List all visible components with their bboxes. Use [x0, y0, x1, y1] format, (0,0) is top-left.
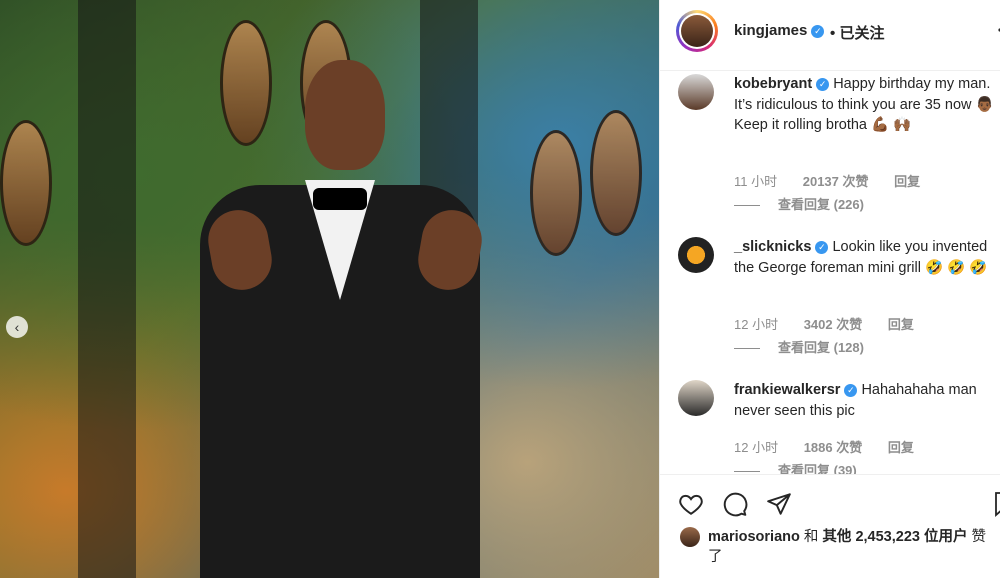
- bow-tie: [313, 188, 367, 210]
- art-mask: [590, 110, 642, 236]
- likes-connector: 和: [803, 529, 819, 545]
- liker-username[interactable]: mariosoriano: [708, 529, 800, 545]
- post-panel: kingjames ✓ • 已关注 kobebryant ✓ Happy birth…: [659, 0, 1000, 578]
- action-bar: mariosoriano 和 其他 2,453,223 位用户 赞了: [660, 474, 1000, 579]
- reply-button[interactable]: 回复: [888, 440, 914, 455]
- comment-icon[interactable]: [722, 491, 748, 517]
- more-icon[interactable]: [996, 20, 1000, 45]
- post-photo[interactable]: ‹: [0, 0, 659, 578]
- verified-icon: ✓: [815, 240, 829, 254]
- commenter-username[interactable]: kobebryant: [734, 76, 812, 92]
- bookmark-icon[interactable]: [993, 491, 1000, 517]
- verified-icon: ✓: [811, 24, 825, 38]
- reply-button[interactable]: 回复: [894, 174, 920, 189]
- person-figure: [180, 60, 500, 578]
- comment-likes[interactable]: 20137 次赞: [803, 174, 869, 189]
- reply-button[interactable]: 回复: [888, 317, 914, 332]
- art-mask: [0, 120, 52, 246]
- commenter-avatar[interactable]: [678, 237, 714, 273]
- verified-icon: ✓: [816, 77, 830, 91]
- view-replies-button[interactable]: 查看回复 (226): [778, 197, 864, 212]
- comment-time: 12 小时: [734, 317, 779, 332]
- follow-status-button[interactable]: 已关注: [839, 25, 884, 42]
- comments-list: kobebryant ✓ Happy birthday my man. It’s …: [660, 70, 1000, 474]
- share-icon[interactable]: [766, 491, 792, 517]
- art-mask: [530, 130, 582, 256]
- post-header: kingjames ✓ • 已关注: [660, 0, 1000, 71]
- comment-time: 12 小时: [734, 440, 779, 455]
- commenter-username[interactable]: frankiewalkersr: [734, 382, 840, 398]
- comment-time: 11 小时: [734, 174, 778, 189]
- separator-dot: •: [830, 25, 836, 42]
- comment-likes[interactable]: 1886 次赞: [804, 440, 863, 455]
- view-replies-button[interactable]: 查看回复 (39): [778, 463, 857, 474]
- heart-icon[interactable]: [678, 491, 704, 517]
- commenter-avatar[interactable]: [678, 380, 714, 416]
- liker-avatar[interactable]: [680, 527, 700, 547]
- commenter-avatar[interactable]: [678, 74, 714, 110]
- likes-count[interactable]: 其他 2,453,223 位用户: [822, 529, 967, 545]
- comment-likes[interactable]: 3402 次赞: [804, 317, 863, 332]
- commenter-username[interactable]: _slicknicks: [734, 239, 811, 255]
- verified-icon: ✓: [844, 383, 858, 397]
- author-username[interactable]: kingjames: [734, 22, 807, 39]
- author-avatar[interactable]: [676, 10, 718, 52]
- carousel-prev-icon[interactable]: ‹: [6, 316, 28, 338]
- head: [305, 60, 385, 170]
- view-replies-button[interactable]: 查看回复 (128): [778, 340, 864, 355]
- art-stripe: [78, 0, 136, 578]
